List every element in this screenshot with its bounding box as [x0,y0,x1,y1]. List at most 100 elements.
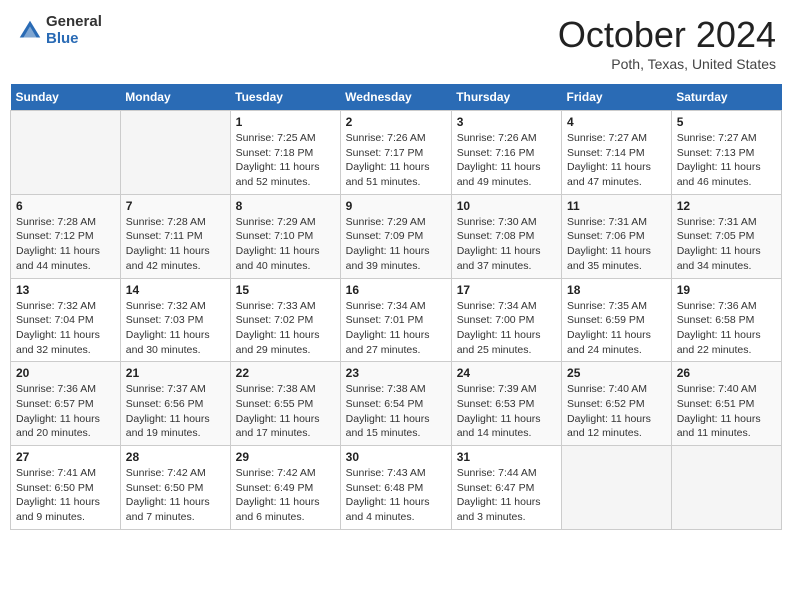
calendar-cell: 2 Sunrise: 7:26 AMSunset: 7:17 PMDaylight… [340,111,451,195]
calendar-cell: 6 Sunrise: 7:28 AMSunset: 7:12 PMDaylight… [11,194,121,278]
calendar-cell: 22 Sunrise: 7:38 AMSunset: 6:55 PMDayligh… [230,362,340,446]
cell-details: Sunrise: 7:36 AMSunset: 6:57 PMDaylight:… [16,382,115,441]
day-number: 30 [346,450,446,464]
cell-details: Sunrise: 7:28 AMSunset: 7:12 PMDaylight:… [16,215,115,274]
day-number: 22 [236,366,335,380]
cell-details: Sunrise: 7:38 AMSunset: 6:54 PMDaylight:… [346,382,446,441]
cell-details: Sunrise: 7:25 AMSunset: 7:18 PMDaylight:… [236,131,335,190]
cell-details: Sunrise: 7:37 AMSunset: 6:56 PMDaylight:… [126,382,225,441]
day-number: 13 [16,283,115,297]
day-header-friday: Friday [562,84,672,111]
calendar-cell: 20Sunrise: 7:36 AMSunset: 6:57 PMDayligh… [11,362,121,446]
logo: General Blue [16,14,102,47]
calendar-cell: 12 Sunrise: 7:31 AMSunset: 7:05 PMDayligh… [671,194,781,278]
day-number: 18 [567,283,666,297]
day-number: 25 [567,366,666,380]
cell-details: Sunrise: 7:32 AMSunset: 7:03 PMDaylight:… [126,299,225,358]
logo-icon [16,17,44,45]
day-number: 6 [16,199,115,213]
day-number: 14 [126,283,225,297]
cell-details: Sunrise: 7:38 AMSunset: 6:55 PMDaylight:… [236,382,335,441]
day-number: 26 [677,366,776,380]
day-header-sunday: Sunday [11,84,121,111]
day-number: 12 [677,199,776,213]
day-number: 9 [346,199,446,213]
cell-details: Sunrise: 7:36 AMSunset: 6:58 PMDaylight:… [677,299,776,358]
calendar-cell: 31Sunrise: 7:44 AMSunset: 6:47 PMDayligh… [451,446,561,530]
calendar-cell: 17Sunrise: 7:34 AMSunset: 7:00 PMDayligh… [451,278,561,362]
day-number: 2 [346,115,446,129]
day-header-saturday: Saturday [671,84,781,111]
location: Poth, Texas, United States [558,56,776,72]
calendar-cell: 9 Sunrise: 7:29 AMSunset: 7:09 PMDaylight… [340,194,451,278]
cell-details: Sunrise: 7:26 AMSunset: 7:16 PMDaylight:… [457,131,556,190]
cell-details: Sunrise: 7:40 AMSunset: 6:51 PMDaylight:… [677,382,776,441]
day-number: 4 [567,115,666,129]
cell-details: Sunrise: 7:34 AMSunset: 7:01 PMDaylight:… [346,299,446,358]
cell-details: Sunrise: 7:30 AMSunset: 7:08 PMDaylight:… [457,215,556,274]
cell-details: Sunrise: 7:35 AMSunset: 6:59 PMDaylight:… [567,299,666,358]
calendar-cell: 28 Sunrise: 7:42 AMSunset: 6:50 PMDayligh… [120,446,230,530]
cell-details: Sunrise: 7:33 AMSunset: 7:02 PMDaylight:… [236,299,335,358]
day-header-thursday: Thursday [451,84,561,111]
header: General Blue October 2024 Poth, Texas, U… [10,10,782,76]
calendar-header-row: SundayMondayTuesdayWednesdayThursdayFrid… [11,84,782,111]
calendar-cell: 7 Sunrise: 7:28 AMSunset: 7:11 PMDaylight… [120,194,230,278]
day-header-monday: Monday [120,84,230,111]
calendar-week-3: 13 Sunrise: 7:32 AMSunset: 7:04 PMDayligh… [11,278,782,362]
day-header-wednesday: Wednesday [340,84,451,111]
cell-details: Sunrise: 7:31 AMSunset: 7:06 PMDaylight:… [567,215,666,274]
calendar-cell [11,111,121,195]
day-number: 16 [346,283,446,297]
day-number: 21 [126,366,225,380]
calendar-cell: 11 Sunrise: 7:31 AMSunset: 7:06 PMDayligh… [562,194,672,278]
day-number: 24 [457,366,556,380]
day-number: 10 [457,199,556,213]
logo-blue-text: Blue [46,31,102,48]
calendar-cell: 19Sunrise: 7:36 AMSunset: 6:58 PMDayligh… [671,278,781,362]
day-number: 8 [236,199,335,213]
cell-details: Sunrise: 7:27 AMSunset: 7:13 PMDaylight:… [677,131,776,190]
calendar-week-2: 6 Sunrise: 7:28 AMSunset: 7:12 PMDaylight… [11,194,782,278]
calendar-body: 1 Sunrise: 7:25 AMSunset: 7:18 PMDaylight… [11,111,782,530]
cell-details: Sunrise: 7:44 AMSunset: 6:47 PMDaylight:… [457,466,556,525]
calendar-cell [120,111,230,195]
calendar-week-4: 20Sunrise: 7:36 AMSunset: 6:57 PMDayligh… [11,362,782,446]
day-number: 23 [346,366,446,380]
calendar-cell: 3 Sunrise: 7:26 AMSunset: 7:16 PMDaylight… [451,111,561,195]
calendar-cell: 16 Sunrise: 7:34 AMSunset: 7:01 PMDayligh… [340,278,451,362]
month-title: October 2024 [558,14,776,56]
day-number: 29 [236,450,335,464]
day-number: 27 [16,450,115,464]
day-number: 1 [236,115,335,129]
cell-details: Sunrise: 7:42 AMSunset: 6:50 PMDaylight:… [126,466,225,525]
day-number: 15 [236,283,335,297]
cell-details: Sunrise: 7:31 AMSunset: 7:05 PMDaylight:… [677,215,776,274]
cell-details: Sunrise: 7:43 AMSunset: 6:48 PMDaylight:… [346,466,446,525]
cell-details: Sunrise: 7:32 AMSunset: 7:04 PMDaylight:… [16,299,115,358]
calendar-cell: 14 Sunrise: 7:32 AMSunset: 7:03 PMDayligh… [120,278,230,362]
cell-details: Sunrise: 7:42 AMSunset: 6:49 PMDaylight:… [236,466,335,525]
calendar-cell: 23 Sunrise: 7:38 AMSunset: 6:54 PMDayligh… [340,362,451,446]
day-number: 28 [126,450,225,464]
calendar-cell: 18 Sunrise: 7:35 AMSunset: 6:59 PMDayligh… [562,278,672,362]
calendar-cell: 4Sunrise: 7:27 AMSunset: 7:14 PMDaylight… [562,111,672,195]
calendar-cell: 27Sunrise: 7:41 AMSunset: 6:50 PMDayligh… [11,446,121,530]
calendar-cell: 13 Sunrise: 7:32 AMSunset: 7:04 PMDayligh… [11,278,121,362]
cell-details: Sunrise: 7:29 AMSunset: 7:09 PMDaylight:… [346,215,446,274]
day-number: 7 [126,199,225,213]
day-number: 3 [457,115,556,129]
day-number: 11 [567,199,666,213]
calendar-cell: 24Sunrise: 7:39 AMSunset: 6:53 PMDayligh… [451,362,561,446]
calendar-cell [562,446,672,530]
cell-details: Sunrise: 7:28 AMSunset: 7:11 PMDaylight:… [126,215,225,274]
calendar-cell: 1 Sunrise: 7:25 AMSunset: 7:18 PMDaylight… [230,111,340,195]
calendar-table: SundayMondayTuesdayWednesdayThursdayFrid… [10,84,782,530]
calendar-cell: 5Sunrise: 7:27 AMSunset: 7:13 PMDaylight… [671,111,781,195]
title-area: October 2024 Poth, Texas, United States [558,14,776,72]
cell-details: Sunrise: 7:26 AMSunset: 7:17 PMDaylight:… [346,131,446,190]
calendar-cell: 10 Sunrise: 7:30 AMSunset: 7:08 PMDayligh… [451,194,561,278]
calendar-cell: 25Sunrise: 7:40 AMSunset: 6:52 PMDayligh… [562,362,672,446]
calendar-cell: 30 Sunrise: 7:43 AMSunset: 6:48 PMDayligh… [340,446,451,530]
calendar-week-5: 27Sunrise: 7:41 AMSunset: 6:50 PMDayligh… [11,446,782,530]
